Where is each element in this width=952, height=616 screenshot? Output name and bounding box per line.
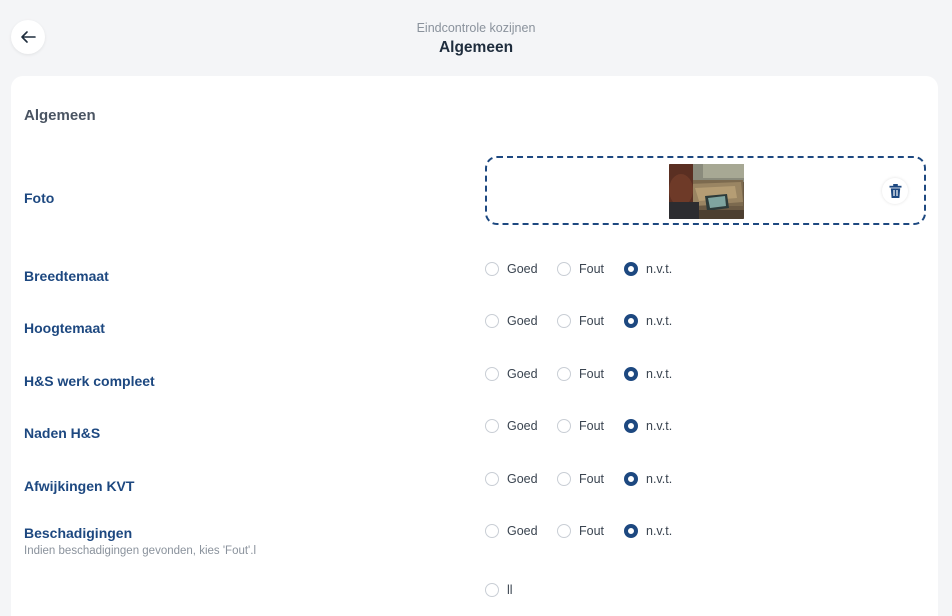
row-label-afwijkingen-kvt: Afwijkingen KVT	[24, 478, 135, 494]
radio-goed[interactable]: Goed	[485, 367, 538, 381]
radio-nvt[interactable]: n.v.t.	[624, 472, 672, 486]
header-subtitle: Eindcontrole kozijnen	[416, 21, 536, 35]
radio-label: Goed	[507, 262, 538, 276]
radio-goed[interactable]: Goed	[485, 524, 538, 538]
radio-label: n.v.t.	[646, 524, 673, 538]
radio-label: Fout	[579, 472, 605, 486]
radio-circle-selected	[624, 472, 638, 486]
radio-goed[interactable]: Goed	[485, 472, 538, 486]
radio-extra-option[interactable]: ll	[485, 583, 513, 597]
page-title: Algemeen	[438, 39, 514, 56]
form-card: Algemeen Foto Breedtemaat Goed Fout n.v.…	[11, 76, 938, 616]
delete-photo-button[interactable]	[882, 178, 908, 204]
radio-circle-selected	[624, 524, 638, 538]
photo-dropzone[interactable]	[485, 156, 926, 225]
row-label-hs-werk-compleet: H&S werk compleet	[24, 373, 155, 389]
radio-label: ll	[507, 583, 513, 597]
radio-fout[interactable]: Fout	[557, 472, 604, 486]
radio-circle	[485, 472, 499, 486]
radio-goed[interactable]: Goed	[485, 314, 538, 328]
radio-label: Fout	[579, 262, 605, 276]
radio-fout[interactable]: Fout	[557, 314, 604, 328]
radio-circle	[485, 524, 499, 538]
radio-circle-selected	[624, 367, 638, 381]
row-hint-beschadigingen: Indien beschadigingen gevonden, kies 'Fo…	[24, 545, 256, 557]
top-bar: Eindcontrole kozijnen Algemeen	[0, 0, 952, 76]
radio-label: Goed	[507, 472, 538, 486]
photo-label: Foto	[24, 190, 55, 206]
radio-goed[interactable]: Goed	[485, 262, 538, 276]
radio-circle-selected	[624, 419, 638, 433]
radio-label: n.v.t.	[646, 262, 673, 276]
radio-label: Goed	[507, 419, 538, 433]
radio-circle	[485, 583, 499, 597]
radio-circle	[557, 472, 571, 486]
radio-label: Fout	[579, 367, 605, 381]
radio-fout[interactable]: Fout	[557, 262, 604, 276]
row-label-beschadigingen: Beschadigingen	[24, 525, 133, 541]
trash-icon	[889, 184, 901, 198]
radio-label: Fout	[579, 524, 605, 538]
row-label-naden-hs: Naden H&S	[24, 425, 101, 441]
radio-nvt[interactable]: n.v.t.	[624, 419, 672, 433]
radio-label: Goed	[507, 524, 538, 538]
radio-label: Fout	[579, 314, 605, 328]
radio-label: n.v.t.	[646, 314, 673, 328]
radio-label: Fout	[579, 419, 605, 433]
photo-thumbnail[interactable]	[669, 164, 744, 219]
radio-fout[interactable]: Fout	[557, 367, 604, 381]
radio-nvt[interactable]: n.v.t.	[624, 262, 672, 276]
radio-fout[interactable]: Fout	[557, 419, 604, 433]
radio-nvt[interactable]: n.v.t.	[624, 314, 672, 328]
row-label-breedtemaat: Breedtemaat	[24, 268, 109, 284]
radio-circle	[485, 262, 499, 276]
radio-circle	[557, 367, 571, 381]
photo-image	[669, 164, 744, 219]
radio-circle	[557, 419, 571, 433]
radio-label: n.v.t.	[646, 367, 673, 381]
radio-circle	[485, 314, 499, 328]
radio-circle-selected	[624, 262, 638, 276]
radio-label: Goed	[507, 367, 538, 381]
radio-goed[interactable]: Goed	[485, 419, 538, 433]
radio-circle	[485, 419, 499, 433]
radio-circle	[485, 367, 499, 381]
radio-label: n.v.t.	[646, 419, 673, 433]
row-label-hoogtemaat: Hoogtemaat	[24, 320, 105, 336]
radio-circle	[557, 262, 571, 276]
radio-label: n.v.t.	[646, 472, 673, 486]
radio-label: Goed	[507, 314, 538, 328]
radio-nvt[interactable]: n.v.t.	[624, 524, 672, 538]
radio-circle	[557, 524, 571, 538]
radio-circle	[557, 314, 571, 328]
radio-nvt[interactable]: n.v.t.	[624, 367, 672, 381]
radio-circle-selected	[624, 314, 638, 328]
radio-fout[interactable]: Fout	[557, 524, 604, 538]
section-title: Algemeen	[24, 107, 96, 124]
